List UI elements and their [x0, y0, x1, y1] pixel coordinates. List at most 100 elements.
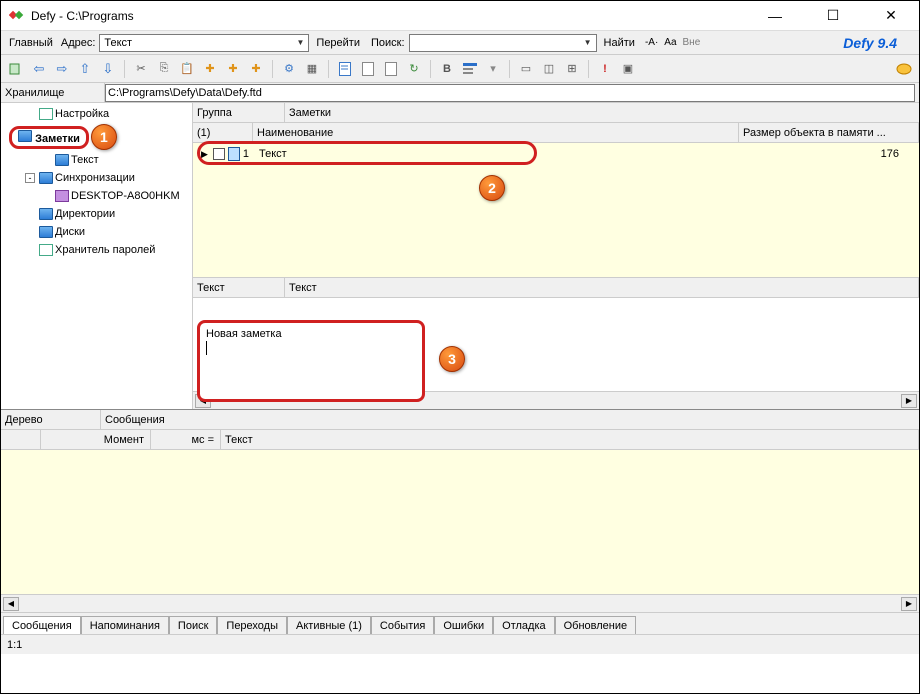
tree-item-4[interactable]: DESKTOP-A8O0HKM	[1, 187, 192, 205]
forward-arrow-icon[interactable]: ⇨	[53, 60, 71, 78]
grid-col-size[interactable]: Размер объекта в памяти ...	[739, 123, 919, 142]
msg-col-ms[interactable]: мс =	[151, 430, 221, 449]
add-plus-icon[interactable]: ✚	[201, 60, 219, 78]
play-icon[interactable]: ▣	[619, 60, 637, 78]
scroll-left2-icon[interactable]: ◀	[3, 597, 19, 611]
repository-row: Хранилище C:\Programs\Defy\Data\Defy.ftd	[1, 83, 919, 103]
messages-body[interactable]	[1, 450, 919, 594]
repository-label: Хранилище	[1, 83, 105, 102]
calendar-icon[interactable]: ▦	[303, 60, 321, 78]
tree-label: Настройка	[55, 108, 109, 120]
help-icon[interactable]	[895, 60, 913, 78]
tree-pane[interactable]: Настройка Заметки 1 Текст - Синхронизации DE…	[1, 103, 193, 409]
tree-item-7[interactable]: Хранитель паролей	[1, 241, 192, 259]
layout2-icon[interactable]: ◫	[540, 60, 558, 78]
doc3-icon[interactable]	[382, 60, 400, 78]
tree-tab-label[interactable]: Дерево	[1, 410, 101, 429]
tree-expander-icon[interactable]: -	[25, 173, 35, 183]
bottom-tab-6[interactable]: Ошибки	[434, 616, 493, 634]
scroll-right2-icon[interactable]: ▶	[901, 597, 917, 611]
folder-icon	[39, 226, 53, 238]
note-editor[interactable]: Новая заметка 3	[193, 298, 919, 391]
dropdown-icon[interactable]: ▾	[484, 60, 502, 78]
copy-icon[interactable]: ⎘	[155, 60, 173, 78]
warning-icon[interactable]: !	[596, 60, 614, 78]
group-label: Группа	[193, 103, 285, 122]
go-button[interactable]: Перейти	[309, 33, 367, 53]
bottom-tab-7[interactable]: Отладка	[493, 616, 554, 634]
doc2-icon[interactable]	[359, 60, 377, 78]
search-label: Поиск:	[367, 37, 409, 49]
font-aa-button[interactable]: Aa	[664, 37, 676, 48]
add-plus2-icon[interactable]: ✚	[224, 60, 242, 78]
row-current-icon: ▶	[201, 149, 208, 160]
find-button[interactable]: Найти	[597, 33, 642, 53]
toolbar: ⇦ ⇨ ⇧ ⇩ ✂ ⎘ 📋 ✚ ✚ ✚ ⚙ ▦ ↻ B ▾ ▭ ◫ ⊞ ! ▣	[1, 55, 919, 83]
bottom-tab-8[interactable]: Обновление	[555, 616, 637, 634]
bottom-tab-3[interactable]: Переходы	[217, 616, 287, 634]
refresh-icon[interactable]: ↻	[405, 60, 423, 78]
add-plus3-icon[interactable]: ✚	[247, 60, 265, 78]
search-input[interactable]: ▼	[409, 34, 597, 52]
bottom-tab-1[interactable]: Напоминания	[81, 616, 169, 634]
note-tab-2[interactable]: Текст	[285, 278, 919, 297]
grid-col-number[interactable]: (1)	[193, 123, 253, 142]
msg-col-blank[interactable]	[1, 430, 41, 449]
layout3-icon[interactable]: ⊞	[563, 60, 581, 78]
tree-item-6[interactable]: Диски	[1, 223, 192, 241]
tree-label: DESKTOP-A8O0HKM	[71, 190, 180, 202]
main-label[interactable]: Главный	[5, 37, 57, 49]
note-text: Новая заметка	[206, 328, 282, 340]
minimize-button[interactable]: —	[755, 2, 795, 30]
tree-item-0[interactable]: Настройка	[1, 105, 192, 123]
msg-col-text[interactable]: Текст	[221, 430, 919, 449]
msg-col-moment[interactable]: Момент	[41, 430, 151, 449]
doc-icon	[39, 244, 53, 256]
data-grid[interactable]: (1) Наименование Размер объекта в памяти…	[193, 123, 919, 277]
tree-label: Хранитель паролей	[55, 244, 155, 256]
up-arrow-icon[interactable]: ⇧	[76, 60, 94, 78]
tree-item-2[interactable]: Текст	[1, 151, 192, 169]
bottom-tab-0[interactable]: Сообщения	[3, 616, 81, 634]
bold-icon[interactable]: B	[438, 60, 456, 78]
row-size: 176	[739, 148, 919, 160]
row-number: 1	[243, 148, 249, 160]
folder-icon	[55, 154, 69, 166]
scroll-right-icon[interactable]: ▶	[901, 394, 917, 408]
tree-label: Текст	[71, 154, 99, 166]
text-cursor	[206, 341, 207, 355]
new-icon[interactable]	[7, 60, 25, 78]
close-button[interactable]: ✕	[871, 2, 911, 30]
cut-icon[interactable]: ✂	[132, 60, 150, 78]
tree-item-3[interactable]: - Синхронизации	[1, 169, 192, 187]
note-tab-1[interactable]: Текст	[193, 278, 285, 297]
messages-scrollbar[interactable]: ◀ ▶	[1, 594, 919, 612]
tree-label: Директории	[55, 208, 115, 220]
address-input[interactable]: Текст▼	[99, 34, 309, 52]
row-checkbox[interactable]	[213, 148, 225, 160]
paste-icon[interactable]: 📋	[178, 60, 196, 78]
grid-col-name[interactable]: Наименование	[253, 123, 739, 142]
bottom-tab-5[interactable]: События	[371, 616, 434, 634]
doc1-icon[interactable]	[336, 60, 354, 78]
gear-icon[interactable]: ⚙	[280, 60, 298, 78]
layout1-icon[interactable]: ▭	[517, 60, 535, 78]
grid-row[interactable]: ▶ 1 Текст 176	[193, 143, 919, 165]
bottom-tab-2[interactable]: Поиск	[169, 616, 217, 634]
window-title: Defy - C:\Programs	[31, 9, 755, 23]
align-icon[interactable]	[461, 60, 479, 78]
highlight-3: Новая заметка	[197, 320, 425, 402]
tree-label: Синхронизации	[55, 172, 135, 184]
down-arrow-icon[interactable]: ⇩	[99, 60, 117, 78]
tree-item-1[interactable]: Заметки 1	[1, 123, 192, 151]
decrease-font-button[interactable]: -A·	[645, 37, 658, 48]
repository-path[interactable]: C:\Programs\Defy\Data\Defy.ftd	[105, 84, 915, 102]
bottom-tab-4[interactable]: Активные (1)	[287, 616, 371, 634]
tree-item-5[interactable]: Директории	[1, 205, 192, 223]
messages-tab-label[interactable]: Сообщения	[101, 410, 919, 429]
ext-label: Вне	[683, 37, 701, 48]
maximize-button[interactable]: ☐	[813, 2, 853, 30]
back-arrow-icon[interactable]: ⇦	[30, 60, 48, 78]
tree-label: Диски	[55, 226, 85, 238]
group-header: Группа Заметки	[193, 103, 919, 123]
